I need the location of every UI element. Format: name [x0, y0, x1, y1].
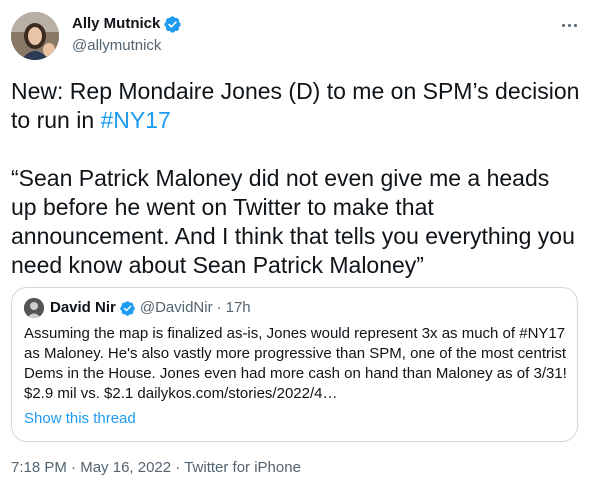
quoted-tweet[interactable]: David Nir @DavidNir · 17h Assuming the m… [11, 287, 578, 442]
more-options-button[interactable] [556, 14, 582, 36]
quoted-handle: @DavidNir [139, 299, 213, 316]
show-thread-link[interactable]: Show this thread [24, 409, 136, 429]
tweet-text: New: Rep Mondaire Jones (D) to me on SPM… [11, 77, 581, 280]
tweet: Ally Mutnick @allymutnick New: Rep Monda… [0, 0, 596, 483]
author-display-name[interactable]: Ally Mutnick [72, 14, 160, 34]
tweet-metadata: 7:18 PM · May 16, 2022 · Twitter for iPh… [11, 459, 301, 476]
tweet-date[interactable]: May 16, 2022 [80, 459, 171, 476]
tweet-paragraph-2: “Sean Patrick Maloney did not even give … [11, 165, 575, 278]
quoted-timestamp: 17h [225, 299, 251, 316]
quoted-tweet-text: Assuming the map is finalized as-is, Jon… [24, 325, 567, 402]
quoted-author-avatar [24, 298, 44, 318]
author-handle[interactable]: @allymutnick [72, 36, 161, 56]
verified-badge-icon [120, 300, 135, 316]
more-horizontal-icon [561, 23, 565, 27]
tweet-time[interactable]: 7:18 PM [11, 459, 67, 476]
hashtag-link[interactable]: #NY17 [101, 107, 171, 133]
tweet-source[interactable]: Twitter for iPhone [184, 459, 301, 476]
quoted-separator: · [216, 299, 222, 316]
author-name-row[interactable]: Ally Mutnick [72, 14, 182, 34]
verified-badge-icon [164, 15, 181, 33]
author-avatar[interactable] [11, 12, 59, 60]
tweet-paragraph-1: New: Rep Mondaire Jones (D) to me on SPM… [11, 78, 580, 133]
quoted-display-name: David Nir [50, 299, 116, 316]
quoted-tweet-header: David Nir @DavidNir · 17h [24, 298, 251, 318]
